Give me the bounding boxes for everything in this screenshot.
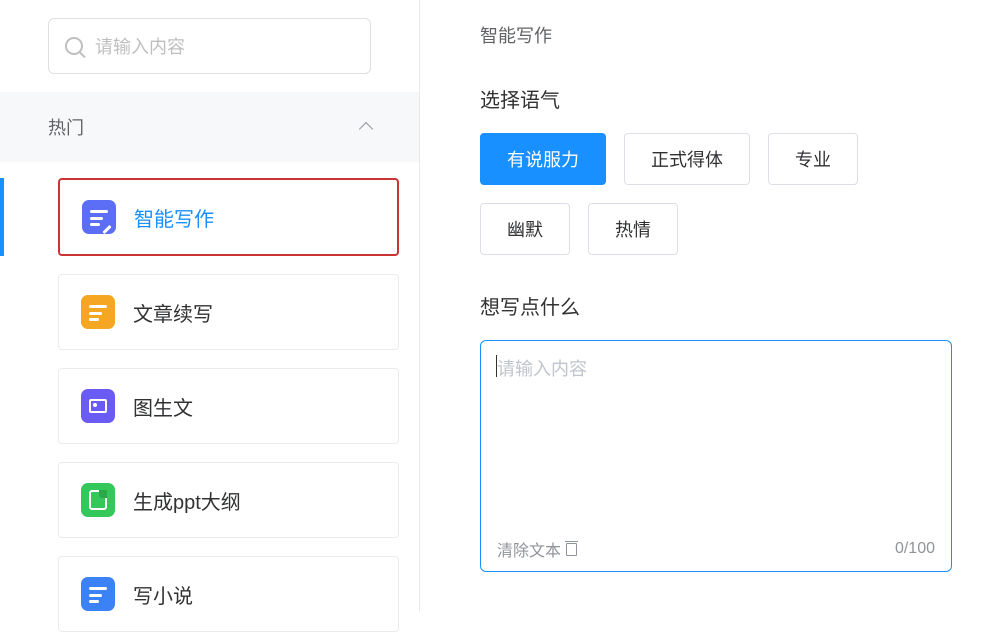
menu-item-label: 写小说: [133, 580, 193, 609]
trash-icon: [566, 543, 577, 556]
main-panel: 智能写作 选择语气 有说服力 正式得体 专业 幽默 热情 想写点什么 清除文本 …: [420, 0, 1000, 611]
tone-chip-group: 有说服力 正式得体 专业 幽默 热情: [480, 133, 952, 255]
tone-chip-formal[interactable]: 正式得体: [624, 133, 750, 185]
char-counter: 0/100: [895, 540, 935, 558]
menu-item-wrap: 文章续写: [20, 274, 399, 350]
menu-item-label: 生成ppt大纲: [133, 486, 241, 515]
tone-chip-persuasive[interactable]: 有说服力: [480, 133, 606, 185]
menu-item-ppt-outline[interactable]: 生成ppt大纲: [58, 462, 399, 538]
clear-text-button[interactable]: 清除文本: [497, 537, 577, 561]
menu-item-wrap: 智能写作: [20, 178, 399, 256]
menu-item-wrap: 图生文: [20, 368, 399, 444]
content-textarea-wrap: 清除文本 0/100: [480, 340, 952, 572]
chevron-up-icon: [359, 122, 373, 136]
tone-chip-professional[interactable]: 专业: [768, 133, 858, 185]
menu-item-image-to-text[interactable]: 图生文: [58, 368, 399, 444]
menu-item-wrap: 写小说: [20, 556, 399, 632]
menu-item-smart-writing[interactable]: 智能写作: [58, 178, 399, 256]
menu-item-label: 图生文: [133, 392, 193, 421]
tone-chip-humorous[interactable]: 幽默: [480, 203, 570, 255]
menu-item-write-novel[interactable]: 写小说: [58, 556, 399, 632]
active-indicator: [0, 178, 4, 256]
menu-item-label: 文章续写: [133, 298, 213, 327]
prompt-label: 想写点什么: [480, 291, 952, 320]
search-container: 请输入内容: [0, 18, 419, 74]
menu-list: 智能写作 文章续写 图生文: [0, 162, 419, 632]
tone-chip-enthusiastic[interactable]: 热情: [588, 203, 678, 255]
search-input[interactable]: 请输入内容: [48, 18, 371, 74]
page-title: 智能写作: [480, 22, 952, 48]
search-icon: [65, 37, 83, 55]
menu-item-label: 智能写作: [134, 203, 214, 232]
document-icon: [81, 295, 115, 329]
menu-item-article-continue[interactable]: 文章续写: [58, 274, 399, 350]
section-header-hot[interactable]: 热门: [0, 92, 419, 162]
document-icon: [81, 577, 115, 611]
search-placeholder: 请输入内容: [95, 33, 185, 59]
clear-text-label: 清除文本: [497, 537, 561, 561]
content-textarea[interactable]: [497, 355, 935, 525]
document-pencil-icon: [82, 200, 116, 234]
textarea-footer: 清除文本 0/100: [497, 537, 935, 561]
section-title: 热门: [48, 114, 84, 140]
image-text-icon: [81, 389, 115, 423]
sidebar: 请输入内容 热门 智能写作 文章续写: [0, 0, 420, 611]
ppt-icon: [81, 483, 115, 517]
text-cursor: [496, 355, 497, 377]
tone-label: 选择语气: [480, 84, 952, 113]
menu-item-wrap: 生成ppt大纲: [20, 462, 399, 538]
